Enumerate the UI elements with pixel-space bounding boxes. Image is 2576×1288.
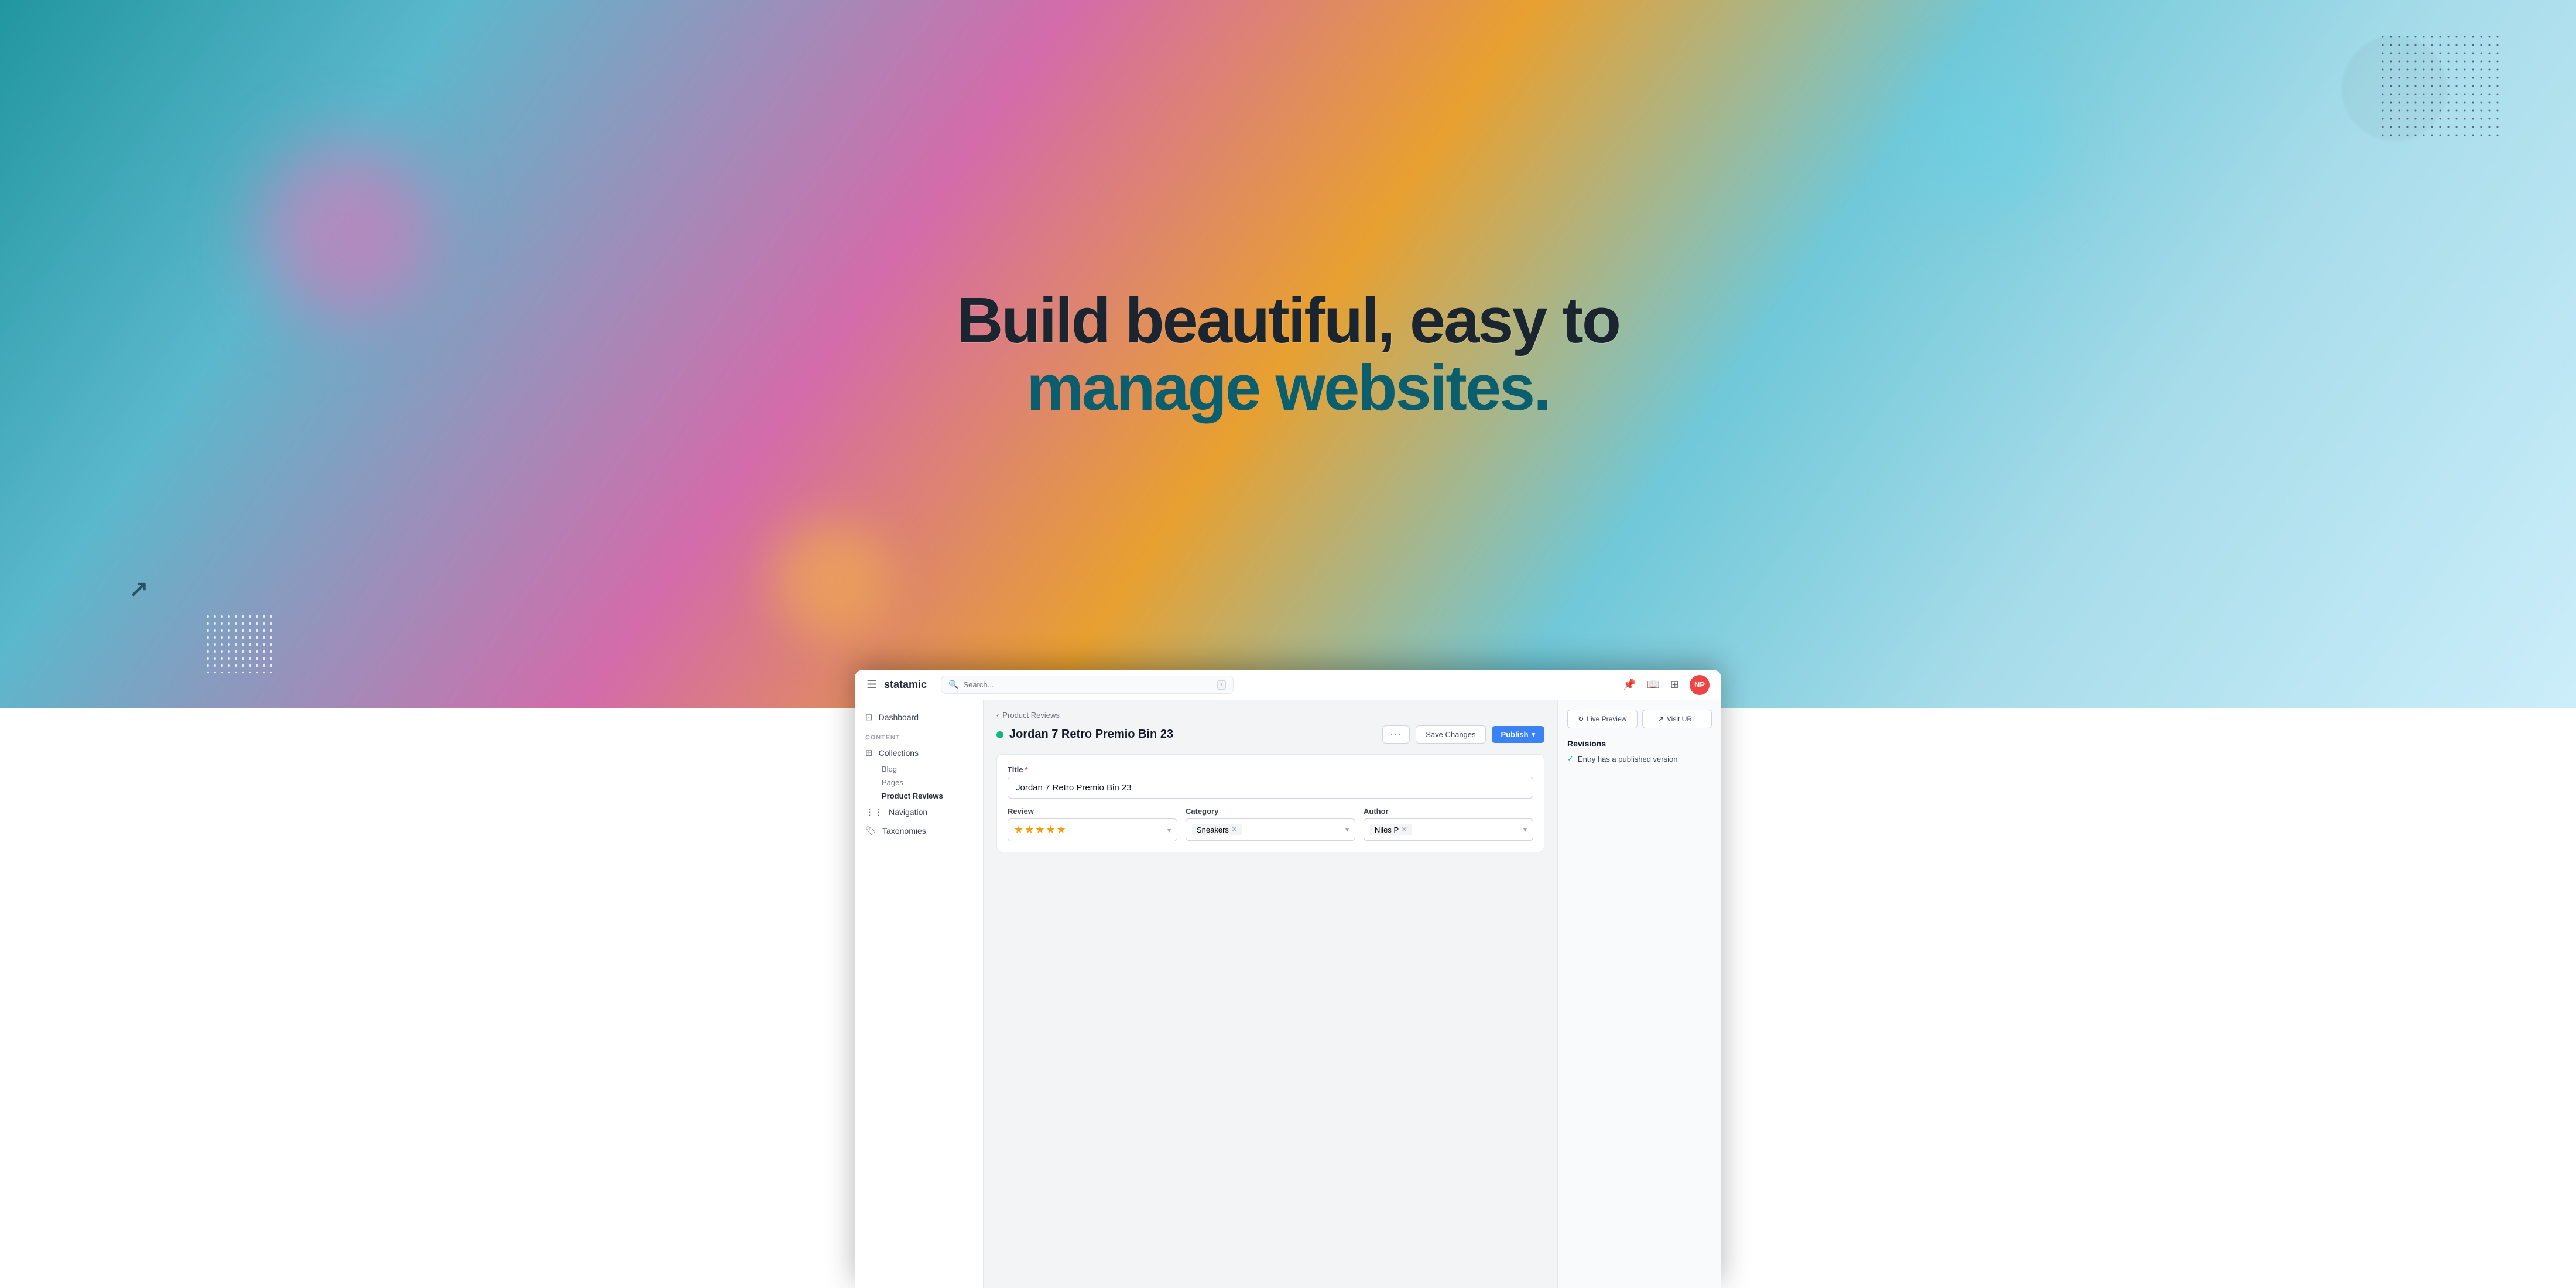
save-changes-button[interactable]: Save Changes [1416,725,1485,744]
entry-title-row: Jordan 7 Retro Premio Bin 23 ··· Save Ch… [996,725,1544,744]
more-button[interactable]: ··· [1382,725,1410,744]
review-label: Review [1008,807,1177,816]
review-select[interactable]: ★★★★★ ▾ [1008,818,1177,841]
external-link-icon: ↗ [1658,715,1664,723]
review-chevron: ▾ [1167,826,1171,834]
revisions-heading: Revisions [1567,739,1712,748]
taxonomies-icon: 🏷 [865,825,876,836]
preview-icon: ↻ [1578,715,1584,723]
sidebar-item-taxonomies[interactable]: 🏷 Taxonomies [855,821,983,840]
navigation-icon: ⋮⋮ [865,807,883,817]
category-select[interactable]: Sneakers ✕ ▾ [1186,818,1355,841]
publish-button[interactable]: Publish ▾ [1492,726,1544,743]
dashboard-icon: ⊡ [865,712,873,722]
breadcrumb: ‹ Product Reviews [996,711,1544,720]
sidebar: ⊡ Dashboard CONTENT ⊞ Collections Blog P… [855,700,984,1288]
sidebar-sub-item-pages[interactable]: Pages [855,776,983,789]
search-icon: 🔍 [948,680,958,690]
hero-text-container: Build beautiful, easy to manage websites… [0,0,2576,708]
category-label: Category [1186,807,1355,816]
sidebar-item-navigation[interactable]: ⋮⋮ Navigation [855,803,983,821]
topbar-actions: 📌 📖 ⊞ NP [1623,675,1710,695]
sidebar-item-dashboard[interactable]: ⊡ Dashboard [855,707,983,727]
author-select[interactable]: Niles P ✕ ▾ [1364,818,1533,841]
title-label: Title * [1008,765,1533,774]
breadcrumb-parent[interactable]: Product Reviews [1002,711,1060,720]
author-chevron: ▾ [1523,825,1527,834]
live-preview-button[interactable]: ↻ Live Preview [1567,710,1638,728]
content-section-label: CONTENT [855,727,983,744]
publish-arrow: ▾ [1532,731,1535,738]
search-kbd: / [1217,680,1226,690]
category-field-group: Category Sneakers ✕ ▾ [1186,807,1355,841]
review-field-group: Review ★★★★★ ▾ [1008,807,1177,841]
revisions-section: Revisions ✓ Entry has a published versio… [1567,739,1712,763]
right-panel: ↻ Live Preview ↗ Visit URL Revisions ✓ E… [1557,700,1721,1288]
grid-icon[interactable]: ⊞ [1670,679,1679,691]
visit-url-button[interactable]: ↗ Visit URL [1642,710,1712,728]
form-card: Title * Review ★★★★★ ▾ [996,754,1544,852]
author-remove[interactable]: ✕ [1401,825,1407,834]
pin-icon[interactable]: 📌 [1623,679,1636,691]
panel-action-buttons: ↻ Live Preview ↗ Visit URL [1567,710,1712,728]
category-remove[interactable]: ✕ [1231,825,1238,834]
main-layout: ⊡ Dashboard CONTENT ⊞ Collections Blog P… [855,700,1721,1288]
author-field-group: Author Niles P ✕ ▾ [1364,807,1533,841]
entry-title-group: Jordan 7 Retro Premio Bin 23 [996,728,1173,741]
search-input[interactable] [963,680,1212,689]
form-fields-row: Review ★★★★★ ▾ Category Sneakers ✕ [1008,807,1533,841]
author-label: Author [1364,807,1533,816]
search-bar[interactable]: 🔍 / [941,676,1234,694]
sidebar-item-collections[interactable]: ⊞ Collections [855,744,983,762]
author-tag: Niles P ✕ [1370,824,1412,835]
hero-line2: manage websites. [957,354,1619,422]
hamburger-icon[interactable]: ☰ [866,677,877,692]
sidebar-sub-item-product-reviews[interactable]: Product Reviews [855,789,983,803]
title-field-group: Title * [1008,765,1533,799]
status-dot [996,731,1003,738]
brand-name: statamic [884,679,927,691]
avatar[interactable]: NP [1690,675,1710,695]
revision-item: ✓ Entry has a published version [1567,754,1712,763]
check-icon: ✓ [1567,754,1574,763]
book-icon[interactable]: 📖 [1646,679,1659,691]
entry-actions: ··· Save Changes Publish ▾ [1382,725,1544,744]
hero-line1: Build beautiful, easy to [957,287,1619,355]
category-tag: Sneakers ✕ [1192,824,1242,835]
title-input[interactable] [1008,777,1533,799]
collections-icon: ⊞ [865,748,873,758]
stars-display: ★★★★★ [1014,824,1067,836]
category-chevron: ▾ [1345,825,1349,834]
sidebar-sub-item-blog[interactable]: Blog [855,762,983,776]
editor-pane: ‹ Product Reviews Jordan 7 Retro Premio … [984,700,1557,1288]
topbar: ☰ statamic 🔍 / 📌 📖 ⊞ NP [855,670,1721,700]
cms-panel: ☰ statamic 🔍 / 📌 📖 ⊞ NP ⊡ Dashboard CONT… [855,670,1721,1288]
entry-title: Jordan 7 Retro Premio Bin 23 [1009,728,1173,741]
breadcrumb-arrow: ‹ [996,711,999,720]
required-star: * [1025,765,1028,774]
